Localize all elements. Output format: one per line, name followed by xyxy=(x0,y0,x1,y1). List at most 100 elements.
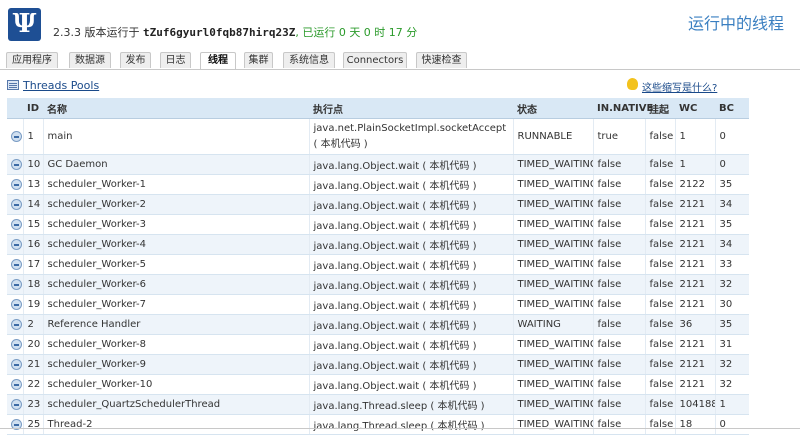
thread-icon[interactable] xyxy=(11,298,22,310)
tab-deploy[interactable]: 发布 xyxy=(120,52,151,68)
cell-state: TIMED_WAITING xyxy=(512,274,593,295)
tab-datasources[interactable]: 数据源 xyxy=(69,52,111,68)
cell-exec: java.lang.Object.wait ( 本机代码 ) xyxy=(308,174,513,195)
column-header-bc[interactable]: BC xyxy=(715,98,749,119)
tab-connectors[interactable]: Connectors xyxy=(343,52,407,68)
cell-id: 20 xyxy=(22,334,43,355)
cell-native: false xyxy=(592,414,645,435)
thread-icon-cell xyxy=(7,254,23,275)
column-header-name[interactable]: 名称 xyxy=(43,98,309,119)
column-header-id[interactable]: ID xyxy=(23,98,43,119)
thread-icon[interactable] xyxy=(11,218,22,230)
cell-exec: java.lang.Object.wait ( 本机代码 ) xyxy=(308,354,513,375)
cell-id: 1 xyxy=(22,118,43,155)
table-row[interactable]: 25 Thread-2 java.lang.Thread.sleep ( 本机代码 … xyxy=(7,414,749,435)
cell-name: Reference Handler xyxy=(42,314,309,335)
cell-name: scheduler_Worker-7 xyxy=(42,294,309,315)
cell-id: 2 xyxy=(22,314,43,335)
cell-id: 15 xyxy=(22,214,43,235)
cell-suspended: false xyxy=(644,154,675,175)
thread-icon-cell xyxy=(7,314,23,335)
cell-exec: java.lang.Thread.sleep ( 本机代码 ) xyxy=(308,414,513,435)
cell-suspended: false xyxy=(644,254,675,275)
cell-native: false xyxy=(592,194,645,215)
cell-wc: 2121 xyxy=(674,274,715,295)
cell-state: TIMED_WAITING xyxy=(512,414,593,435)
tab-logs[interactable]: 日志 xyxy=(160,52,191,68)
table-row[interactable]: 2 Reference Handler java.lang.Object.wait … xyxy=(7,314,749,335)
table-row[interactable]: 18 scheduler_Worker-6 java.lang.Object.wai… xyxy=(7,274,749,295)
table-row[interactable]: 20 scheduler_Worker-8 java.lang.Object.wai… xyxy=(7,334,749,355)
thread-icon[interactable] xyxy=(11,398,22,410)
cell-native: false xyxy=(592,294,645,315)
table-row[interactable]: 15 scheduler_Worker-3 java.lang.Object.wai… xyxy=(7,214,749,235)
thread-icon[interactable] xyxy=(11,238,22,250)
cell-bc: 34 xyxy=(714,194,749,215)
table-row[interactable]: 23 scheduler_QuartzSchedulerThread java.la… xyxy=(7,394,749,415)
thread-icon[interactable] xyxy=(11,258,22,270)
tab-cluster[interactable]: 集群 xyxy=(244,52,273,68)
tab-threads[interactable]: 线程 xyxy=(200,52,236,69)
cell-exec: java.lang.Object.wait ( 本机代码 ) xyxy=(308,154,513,175)
cell-bc: 34 xyxy=(714,234,749,255)
table-row[interactable]: 22 scheduler_Worker-10 java.lang.Object.wa… xyxy=(7,374,749,395)
cell-exec: java.lang.Object.wait ( 本机代码 ) xyxy=(308,274,513,295)
thread-icon[interactable] xyxy=(11,278,22,290)
thread-icon-cell xyxy=(7,374,23,395)
cell-native: false xyxy=(592,274,645,295)
table-row[interactable]: 17 scheduler_Worker-5 java.lang.Object.wai… xyxy=(7,254,749,275)
cell-bc: 32 xyxy=(714,274,749,295)
table-header-row: ID 名称 执行点 状态 IN.NATIVE 挂起 WC BC xyxy=(7,98,749,119)
cell-native: false xyxy=(592,234,645,255)
thread-icon[interactable] xyxy=(11,130,22,142)
column-header-state[interactable]: 状态 xyxy=(513,98,593,119)
cell-name: Thread-2 xyxy=(42,414,309,435)
thread-icon[interactable] xyxy=(11,178,22,190)
thread-icon[interactable] xyxy=(11,318,22,330)
threads-table: ID 名称 执行点 状态 IN.NATIVE 挂起 WC BC 1 main jav… xyxy=(7,98,749,435)
column-header-wc[interactable]: WC xyxy=(675,98,715,119)
tab-quick-check[interactable]: 快速检查 xyxy=(416,52,467,68)
thread-icon-cell xyxy=(7,294,23,315)
cell-bc: 33 xyxy=(714,254,749,275)
table-row[interactable]: 10 GC Daemon java.lang.Object.wait ( 本机代码 … xyxy=(7,154,749,175)
table-row[interactable]: 13 scheduler_Worker-1 java.lang.Object.wai… xyxy=(7,174,749,195)
thread-icon-cell xyxy=(7,174,23,195)
lightbulb-icon[interactable] xyxy=(627,78,638,90)
tab-applications[interactable]: 应用程序 xyxy=(6,52,58,68)
cell-bc: 30 xyxy=(714,294,749,315)
thread-icon[interactable] xyxy=(11,198,22,210)
table-row[interactable]: 21 scheduler_Worker-9 java.lang.Object.wai… xyxy=(7,354,749,375)
cell-wc: 2121 xyxy=(674,194,715,215)
thread-icon-cell xyxy=(7,274,23,295)
cell-id: 25 xyxy=(22,414,43,435)
thread-icon[interactable] xyxy=(11,158,22,170)
cell-suspended: false xyxy=(644,234,675,255)
cell-wc: 2121 xyxy=(674,214,715,235)
thread-icon[interactable] xyxy=(11,378,22,390)
cell-native: false xyxy=(592,154,645,175)
tab-system-info[interactable]: 系统信息 xyxy=(283,52,335,68)
thread-icon-cell xyxy=(7,118,23,155)
cell-name: GC Daemon xyxy=(42,154,309,175)
column-header-exec[interactable]: 执行点 xyxy=(309,98,513,119)
cell-name: scheduler_Worker-10 xyxy=(42,374,309,395)
thread-icon[interactable] xyxy=(11,358,22,370)
cell-wc: 36 xyxy=(674,314,715,335)
threads-pools-link[interactable]: Threads Pools xyxy=(23,79,99,92)
thread-icon[interactable] xyxy=(11,338,22,350)
column-header-native[interactable]: IN.NATIVE xyxy=(593,98,653,119)
divider xyxy=(0,428,800,429)
cell-wc: 18 xyxy=(674,414,715,435)
table-row[interactable]: 1 main java.net.PlainSocketImpl.socketAcce… xyxy=(7,118,749,155)
table-row[interactable]: 14 scheduler_Worker-2 java.lang.Object.wai… xyxy=(7,194,749,215)
column-header-suspended[interactable]: 挂起 xyxy=(645,98,675,119)
abbreviations-help-link[interactable]: 这些缩写是什么? xyxy=(642,79,717,94)
table-row[interactable]: 16 scheduler_Worker-4 java.lang.Object.wai… xyxy=(7,234,749,255)
table-row[interactable]: 19 scheduler_Worker-7 java.lang.Object.wai… xyxy=(7,294,749,315)
cell-id: 18 xyxy=(22,274,43,295)
cell-id: 21 xyxy=(22,354,43,375)
cell-wc: 2122 xyxy=(674,174,715,195)
threads-pools-icon[interactable] xyxy=(7,80,19,90)
thread-icon-cell xyxy=(7,414,23,435)
